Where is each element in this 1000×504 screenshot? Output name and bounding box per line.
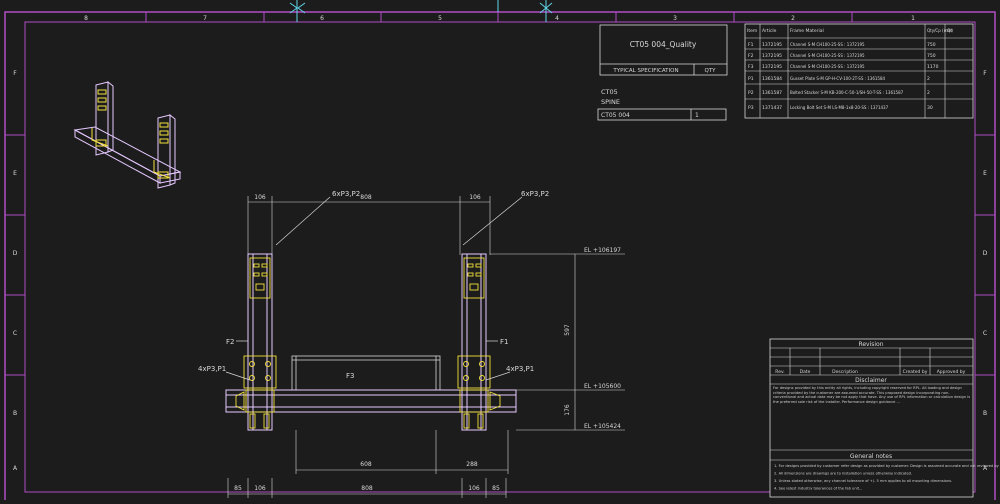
- dim-top-left: 106: [254, 194, 266, 201]
- bom-cell-desc: Locking Bolt Set S-M LS-M8-1x8-20-SS : 1…: [790, 105, 889, 110]
- bom-cell-item: P3: [748, 105, 754, 111]
- note-line: 4. See latest industry tolerances of the…: [774, 487, 862, 491]
- item-qty: 1: [695, 112, 699, 119]
- cad-drawing-canvas[interactable]: 87654321FFEEDDCCBBAA CT05 004_Quality TY…: [0, 0, 1000, 503]
- bom-cell-desc: Channel S-M CH100-25-SS : 1372195: [790, 42, 865, 47]
- zone-label-top: 6: [320, 15, 324, 22]
- zone-label-top: 5: [438, 15, 442, 22]
- dim-vertical-base: 176: [564, 404, 571, 416]
- zone-label-top: 3: [673, 15, 677, 22]
- dim-bot-85l: 85: [234, 485, 242, 492]
- zone-label-top: 8: [84, 15, 88, 22]
- rev-col-approved: Approved by: [937, 369, 966, 375]
- dim-mid-288: 288: [466, 461, 478, 468]
- dim-bot-106l: 106: [254, 485, 266, 492]
- qty-label: QTY: [704, 68, 716, 74]
- spec-label: TYPICAL SPECIFICATION: [612, 68, 678, 74]
- dim-top-center: 808: [360, 194, 372, 201]
- bom-cell-item: P2: [748, 90, 754, 96]
- bom-header-qt: Qt: [947, 28, 953, 34]
- bom-cell-qty: 2: [927, 90, 930, 96]
- bom-cell-article: 1372195: [762, 42, 782, 48]
- bom-cell-qty: 750: [927, 42, 936, 48]
- el-top: EL +106197: [584, 247, 621, 254]
- rev-col-description: Description: [832, 369, 858, 375]
- zone-label-top: 4: [555, 15, 559, 22]
- rev-col-date: Date: [800, 369, 811, 375]
- revision-notes-panel: Revision Rev. Date Description Created b…: [769, 338, 1000, 498]
- drawing-sheet[interactable]: 8 7 6 5 4 3 2 1F FE ED DC CB BA A CT05 004_Quality TY…: [0, 0, 1000, 503]
- bom-cell-qty: 2: [927, 76, 930, 82]
- note-line: 3. Unless stated otherwise, any channel …: [774, 479, 952, 483]
- zone-label-left: E: [13, 170, 17, 177]
- bom-cell-article: 1372195: [762, 53, 782, 59]
- bom-cell-item: F1: [748, 42, 754, 48]
- dim-bot-808: 808: [361, 485, 373, 492]
- zone-label-right: B: [983, 410, 987, 417]
- label-f2: F2: [226, 338, 234, 346]
- dim-bot-106r: 106: [468, 485, 480, 492]
- disclaimer-text-box: For designs provided by this entity all …: [773, 386, 971, 404]
- bom-cell-qty: 1170: [927, 64, 939, 70]
- bom-cell-item: F3: [748, 64, 754, 70]
- bom-cell-desc: Gusset Plate S-M GP-H-CV-100-2T-SS : 136…: [790, 76, 886, 81]
- zone-label-right: F: [983, 70, 987, 77]
- callout-right-top: 6xP3,P2: [521, 190, 549, 198]
- bom-cell-article: 1361587: [762, 90, 782, 96]
- bom-header-material: Frame Material: [790, 28, 824, 34]
- zone-label-right: E: [983, 170, 987, 177]
- dim-bot-85r: 85: [492, 485, 500, 492]
- subgroup-label: SPINE: [601, 98, 620, 106]
- zone-label-left: F: [13, 70, 17, 77]
- el-bot: EL +105424: [584, 423, 621, 430]
- bom-header-item: Item: [747, 28, 757, 34]
- dim-vertical-main: 597: [564, 324, 571, 336]
- bom-cell-item: P1: [748, 76, 754, 82]
- zone-label-right: C: [983, 330, 987, 337]
- note-line: 1. For designs provided by customer refe…: [774, 464, 1000, 468]
- callout-right-bottom: 4xP3,P1: [506, 365, 534, 373]
- el-mid: EL +105600: [584, 383, 621, 390]
- bom-cell-desc: Bolted Stacker S-M KB-200-C-50-1/SH-50-T…: [790, 90, 904, 95]
- bom-header-article: Article: [762, 28, 777, 34]
- label-f1: F1: [500, 338, 508, 346]
- note-line: 2. All dimensions are drawings are to in…: [774, 472, 912, 476]
- zone-label-top: 7: [203, 15, 207, 22]
- dim-top-right: 106: [469, 194, 481, 201]
- zone-label-left: D: [13, 250, 18, 257]
- disclaimer-title: Disclaimer: [855, 377, 887, 384]
- disclaimer-text: For designs provided by this entity all …: [773, 386, 971, 404]
- bom-cell-desc: Channel S-M CH100-25-SS : 1372195: [790, 53, 865, 58]
- zone-label-right: D: [983, 250, 988, 257]
- drawing-name: CT05 004_Quality: [630, 40, 697, 49]
- bom-cell-article: 1372195: [762, 64, 782, 70]
- bom-cell-item: F2: [748, 53, 754, 59]
- group-label: CT05: [601, 88, 618, 96]
- rev-col-rev: Rev.: [775, 369, 784, 375]
- revision-title: Revision: [858, 341, 883, 348]
- zone-label-top: 1: [911, 15, 915, 22]
- dim-mid-608: 608: [360, 461, 372, 468]
- bom-cell-qty: 30: [927, 105, 933, 111]
- label-f3: F3: [346, 372, 354, 380]
- callout-left-bottom: 4xP3,P1: [198, 365, 226, 373]
- zone-label-left: B: [13, 410, 17, 417]
- bom-cell-qty: 750: [927, 53, 936, 59]
- bom-cell-article: 1371437: [762, 105, 782, 111]
- bom-cell-article: 1361584: [762, 76, 782, 82]
- notes-title: General notes: [850, 453, 892, 460]
- callout-left-top: 6xP3,P2: [332, 190, 360, 198]
- zone-label-left: C: [13, 330, 17, 337]
- zone-label-top: 2: [791, 15, 795, 22]
- bom-cell-desc: Channel S-M CH100-25-SS : 1372195: [790, 64, 865, 69]
- item-code: CT05 004: [601, 112, 630, 119]
- rev-col-created: Created by: [903, 369, 928, 375]
